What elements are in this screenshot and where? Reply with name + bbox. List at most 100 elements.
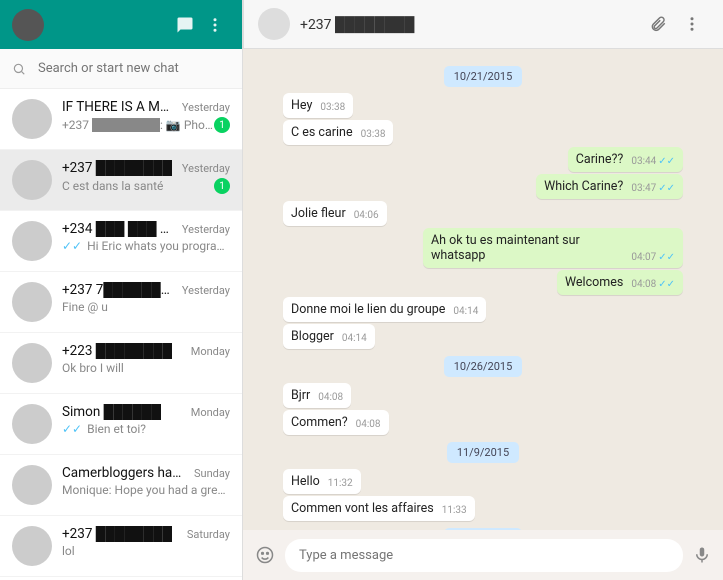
message-bubble[interactable]: Hello 11:32 [283, 469, 361, 494]
menu-icon[interactable] [200, 10, 230, 40]
message-input[interactable] [285, 539, 683, 572]
chat-avatar [12, 160, 52, 200]
chat-preview: C est dans la santé [62, 179, 163, 193]
message-text: Ah ok tu es maintenant sur whatsapp [431, 233, 623, 263]
message-time: 04:07✓✓ [631, 252, 675, 263]
message-text: C es carine [291, 125, 353, 140]
message-text: Which Carine? [544, 179, 623, 194]
message-time: 04:08 [318, 392, 343, 403]
chat-preview: +237 ████████: 📷 Photo [62, 118, 214, 132]
message-incoming: Commen vont les affaires 11:33 [283, 496, 683, 521]
chat-list-item[interactable]: +234 ███ ███ ████ Yesterday ✓✓ Hi Eric w… [0, 211, 242, 272]
message-time: 03:44✓✓ [631, 156, 675, 167]
date-separator: 11/9/2015 [283, 441, 683, 463]
message-bubble[interactable]: Commen? 04:08 [283, 410, 389, 435]
chat-time: Yesterday [182, 223, 230, 236]
contact-avatar[interactable] [258, 8, 290, 40]
message-text: Blogger [291, 329, 334, 344]
chat-preview: Ok bro I will [62, 361, 124, 375]
chat-avatar [12, 526, 52, 566]
chat-avatar [12, 404, 52, 444]
chat-preview: Fine @ u [62, 300, 108, 314]
message-bubble[interactable]: Bjrr 04:08 [283, 383, 351, 408]
message-text: Hey [291, 98, 312, 113]
chat-time: Saturday [187, 528, 230, 541]
message-bubble[interactable]: C es carine 03:38 [283, 120, 393, 145]
message-time: 03:38 [320, 102, 345, 113]
message-incoming: Blogger 04:14 [283, 324, 683, 349]
unread-badge: 1 [214, 178, 230, 194]
message-time: 04:08✓✓ [631, 279, 675, 290]
message-time: 03:47✓✓ [631, 183, 675, 194]
message-incoming: Commen? 04:08 [283, 410, 683, 435]
sidebar-header [0, 0, 242, 49]
chat-avatar [12, 343, 52, 383]
chat-time: Yesterday [182, 284, 230, 297]
message-time: 11:33 [442, 505, 467, 516]
search-icon [12, 62, 26, 76]
conversation-header: +237 ████████ [243, 0, 723, 49]
message-outgoing: Ah ok tu es maintenant sur whatsapp 04:0… [283, 228, 683, 268]
message-incoming: Bjrr 04:08 [283, 383, 683, 408]
message-time: 04:14 [342, 333, 367, 344]
message-time: 04:08 [356, 419, 381, 430]
message-time: 04:06 [354, 210, 379, 221]
conversation-pane: +237 ████████ 10/21/2015 Hey 03:38 C es … [243, 0, 723, 580]
menu-icon[interactable] [675, 9, 709, 39]
chat-title: +237 ████████ [62, 526, 172, 542]
chat-title: +237 ████████ [62, 160, 172, 176]
chat-title: +223 ████████ [62, 343, 172, 359]
message-bubble[interactable]: Commen vont les affaires 11:33 [283, 496, 475, 521]
chat-time: Sunday [194, 467, 230, 480]
message-bubble[interactable]: Welcomes 04:08✓✓ [557, 270, 683, 295]
date-separator: 10/26/2015 [283, 355, 683, 377]
conversation-title: +237 ████████ [300, 16, 641, 33]
chat-time: Monday [191, 406, 230, 419]
new-chat-icon[interactable] [170, 10, 200, 40]
attach-icon[interactable] [641, 9, 675, 39]
chat-list[interactable]: IF THERE IS A MAN TO PR… Yesterday +237 … [0, 89, 242, 580]
message-bubble[interactable]: Donne moi le lien du groupe 04:14 [283, 297, 486, 322]
chat-list-item[interactable]: Camerbloggers hang outcry Sunday Monique… [0, 455, 242, 516]
chat-avatar [12, 99, 52, 139]
chat-list-item[interactable]: +223 ████████ Monday Ok bro I will [0, 333, 242, 394]
message-incoming: C es carine 03:38 [283, 120, 683, 145]
message-bubble[interactable]: Jolie fleur 04:06 [283, 201, 387, 226]
chat-list-item[interactable]: IF THERE IS A MAN TO PR… Yesterday +237 … [0, 89, 242, 150]
message-bubble[interactable]: Which Carine? 03:47✓✓ [536, 174, 683, 199]
chat-avatar [12, 221, 52, 261]
chat-avatar [12, 465, 52, 505]
chat-title: +237 7████████ [62, 282, 176, 298]
message-text: Jolie fleur [291, 206, 346, 221]
message-incoming: Hey 03:38 [283, 93, 683, 118]
search-input[interactable] [38, 61, 230, 76]
chat-list-item[interactable]: +237 ████████ Yesterday C est dans la sa… [0, 150, 242, 211]
chat-title: IF THERE IS A MAN TO PR… [62, 99, 176, 115]
sidebar: IF THERE IS A MAN TO PR… Yesterday +237 … [0, 0, 243, 580]
own-avatar[interactable] [12, 9, 44, 41]
message-text: Commen? [291, 415, 348, 430]
chat-list-item[interactable]: Simon ██████ Monday ✓✓ Bien et toi? [0, 394, 242, 455]
message-time: 11:32 [328, 478, 353, 489]
compose-bar [243, 530, 723, 580]
message-list[interactable]: 10/21/2015 Hey 03:38 C es carine 03:38 C… [243, 49, 723, 530]
message-text: Hello [291, 474, 320, 489]
message-time: 04:14 [453, 306, 478, 317]
chat-list-item[interactable]: +237 ████████ Saturday lol [0, 516, 242, 577]
chat-preview: ✓✓ Bien et toi? [62, 422, 146, 436]
message-bubble[interactable]: Hey 03:38 [283, 93, 353, 118]
message-outgoing: Carine?? 03:44✓✓ [283, 147, 683, 172]
message-text: Carine?? [576, 152, 624, 167]
message-outgoing: Which Carine? 03:47✓✓ [283, 174, 683, 199]
emoji-icon[interactable] [255, 545, 275, 565]
message-bubble[interactable]: Ah ok tu es maintenant sur whatsapp 04:0… [423, 228, 683, 268]
message-bubble[interactable]: Carine?? 03:44✓✓ [568, 147, 683, 172]
mic-icon[interactable] [693, 546, 711, 564]
chat-time: Yesterday [182, 101, 230, 114]
date-separator: 10/21/2015 [283, 65, 683, 87]
message-bubble[interactable]: Blogger 04:14 [283, 324, 375, 349]
chat-time: Monday [191, 345, 230, 358]
chat-list-item[interactable]: +237 7████████ Yesterday Fine @ u [0, 272, 242, 333]
message-incoming: Donne moi le lien du groupe 04:14 [283, 297, 683, 322]
message-text: Bjrr [291, 388, 310, 403]
